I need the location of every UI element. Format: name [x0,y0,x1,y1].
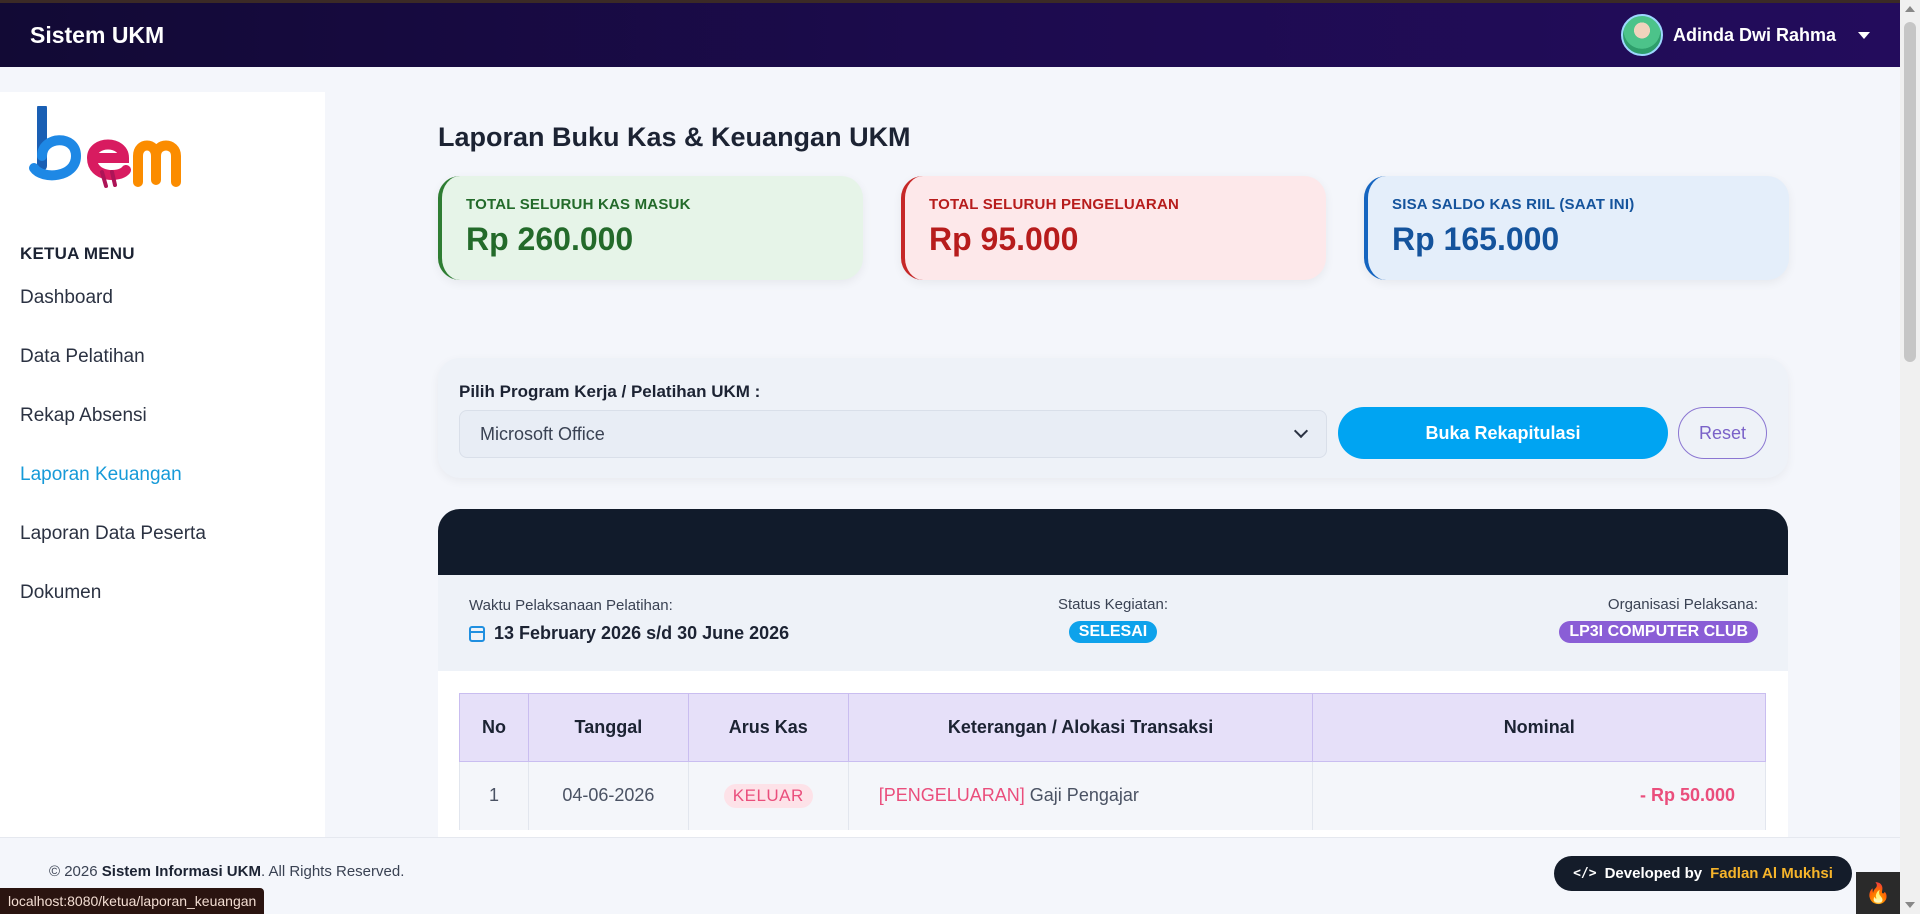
sidebar-item-laporan-data-peserta[interactable]: Laporan Data Peserta [20,518,206,577]
stat-value: Rp 165.000 [1392,221,1560,257]
reset-button[interactable]: Reset [1678,407,1767,459]
flame-icon[interactable]: 🔥 [1856,872,1900,914]
program-select-value: Microsoft Office [480,423,605,444]
table-row: 1 04-06-2026 KELUAR [PENGELUARAN] Gaji P… [459,761,1766,830]
cell-nominal: - Rp 50.000 [1312,761,1766,830]
sidebar-item-rekap-absensi[interactable]: Rekap Absensi [20,400,206,459]
cell-keterangan: [PENGELUARAN] Gaji Pengajar [847,761,1314,830]
sidebar-item-dashboard[interactable]: Dashboard [20,282,206,341]
filter-label: Pilih Program Kerja / Pelatihan UKM : [459,382,761,401]
stat-label: SISA SALDO KAS RIIL (SAAT INI) [1392,196,1635,213]
bem-logo [29,106,181,188]
copyright-suffix: . All Rights Reserved. [260,863,405,880]
training-org: Organisasi Pelaksana: LP3I COMPUTER CLUB [1559,596,1758,643]
scroll-down-icon[interactable] [1905,902,1915,908]
brand-title[interactable]: Sistem UKM [30,22,164,49]
stat-label: TOTAL SELURUH PENGELUARAN [929,196,1180,213]
sidebar-menu: Dashboard Data Pelatihan Rekap Absensi L… [20,282,206,636]
copyright: © 2026 Sistem Informasi UKM. All Rights … [49,863,404,880]
cell-no: 1 [459,761,529,830]
chevron-down-icon [1293,423,1309,439]
report-card-header [438,509,1788,575]
open-recap-button[interactable]: Buka Rekapitulasi [1338,407,1668,459]
stat-value: Rp 260.000 [466,221,634,257]
column-header-no: No [459,693,529,762]
sidebar-item-laporan-keuangan[interactable]: Laporan Keuangan [20,459,206,518]
sidebar: KETUA MENU Dashboard Data Pelatihan Reka… [0,92,325,837]
dev-label: Developed by [1604,865,1703,882]
column-header-tanggal: Tanggal [527,693,689,762]
cell-arus-kas: KELUAR [687,761,849,830]
stat-value: Rp 95.000 [929,221,1079,257]
table-header-row: No Tanggal Arus Kas Keterangan / Alokasi… [459,693,1766,762]
cashflow-badge: KELUAR [723,783,813,808]
caret-down-icon[interactable] [1858,31,1870,39]
report-card: Waktu Pelaksanaan Pelatihan: 13 February… [438,509,1788,839]
code-icon: </> [1573,866,1597,881]
org-badge: LP3I COMPUTER CLUB [1559,621,1758,643]
column-header-nominal: Nominal [1312,693,1766,762]
status-url-bar: localhost:8080/ketua/laporan_keuangan [0,888,265,914]
vertical-scrollbar[interactable] [1900,0,1920,914]
status-badge: SELESAI [1068,621,1158,643]
column-header-keterangan: Keterangan / Alokasi Transaksi [847,693,1314,762]
top-navbar: Sistem UKM Adinda Dwi Rahma [0,0,1900,67]
page-title: Laporan Buku Kas & Keuangan UKM [438,122,911,152]
training-info: Waktu Pelaksanaan Pelatihan: 13 February… [438,575,1788,671]
transactions-table: No Tanggal Arus Kas Keterangan / Alokasi… [459,693,1766,830]
program-select[interactable]: Microsoft Office [459,410,1327,458]
copyright-prefix: © 2026 [49,863,98,880]
stat-card-pengeluaran: TOTAL SELURUH PENGELUARAN Rp 95.000 [901,176,1326,280]
sidebar-item-data-pelatihan[interactable]: Data Pelatihan [20,341,206,400]
avatar[interactable] [1620,14,1663,56]
column-header-arus-kas: Arus Kas [687,693,849,762]
cell-tanggal: 04-06-2026 [527,761,689,830]
footer: © 2026 Sistem Informasi UKM. All Rights … [0,837,1900,914]
copyright-name: Sistem Informasi UKM [101,863,261,880]
user-menu[interactable]: Adinda Dwi Rahma [1620,14,1870,56]
user-name[interactable]: Adinda Dwi Rahma [1673,25,1836,46]
stat-card-kas-masuk: TOTAL SELURUH KAS MASUK Rp 260.000 [438,176,863,280]
dev-name: Fadlan Al Mukhsi [1710,865,1833,882]
stat-card-saldo: SISA SALDO KAS RIIL (SAAT INI) Rp 165.00… [1364,176,1789,280]
scroll-up-icon[interactable] [1905,6,1915,12]
transaction-tag: [PENGELUARAN] [878,785,1025,806]
developer-badge[interactable]: </> Developed by Fadlan Al Mukhsi [1554,856,1852,891]
stat-label: TOTAL SELURUH KAS MASUK [466,196,691,213]
sidebar-item-dokumen[interactable]: Dokumen [20,577,206,636]
transaction-desc: Gaji Pengajar [1029,785,1139,806]
menu-title: KETUA MENU [20,244,135,263]
org-label: Organisasi Pelaksana: [1607,596,1758,613]
program-filter: Pilih Program Kerja / Pelatihan UKM : Mi… [438,358,1788,478]
scrollbar-thumb[interactable] [1904,22,1916,362]
